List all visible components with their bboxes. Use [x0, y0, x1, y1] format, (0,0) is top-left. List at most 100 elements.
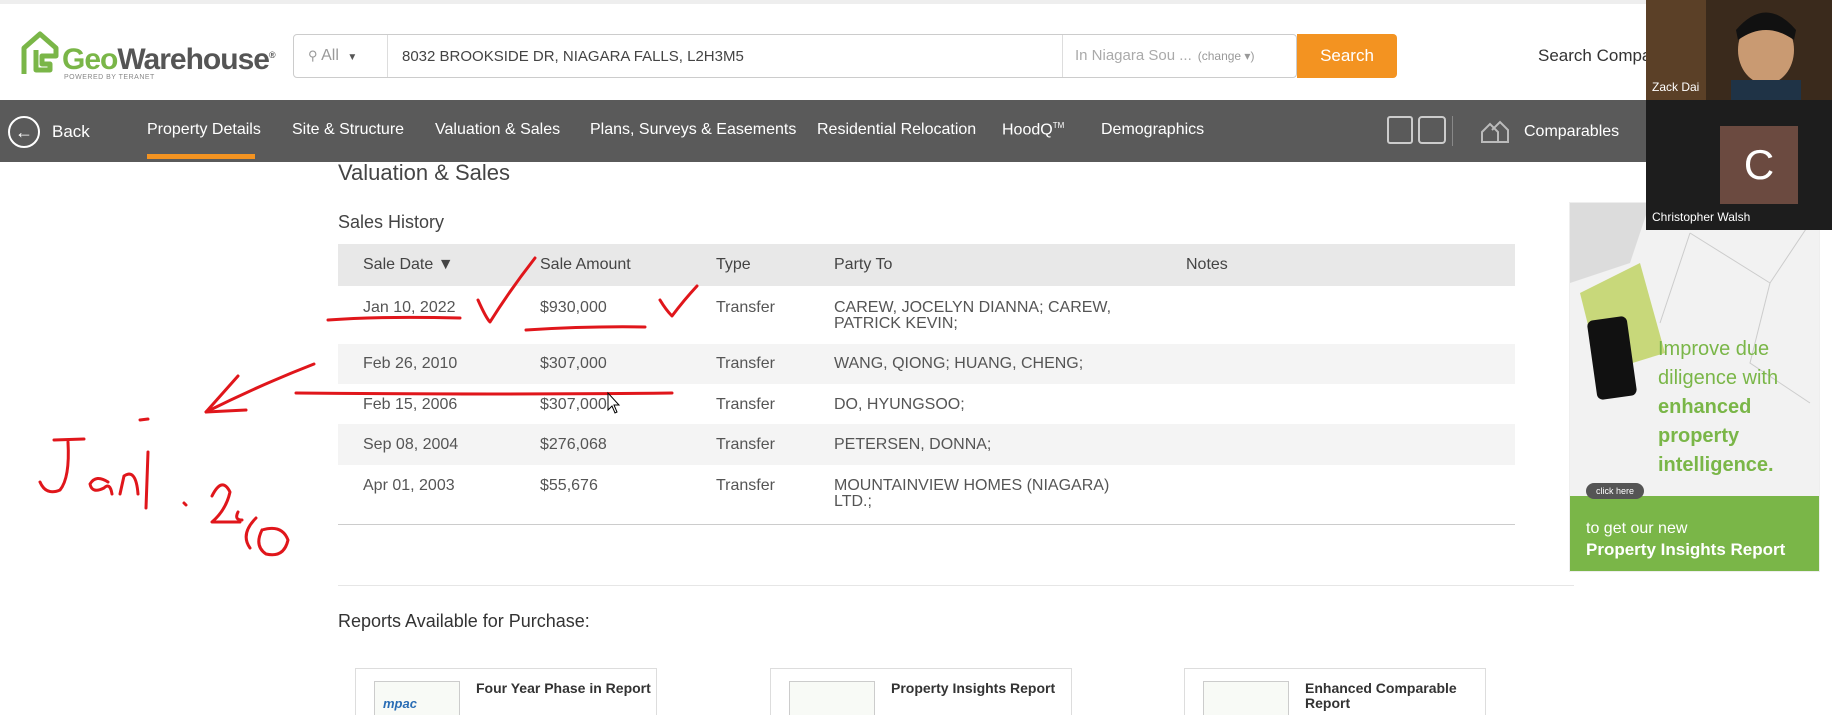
tab-residential-relocation[interactable]: Residential Relocation: [817, 121, 976, 139]
sale-date-cell: Jan 10, 2022: [363, 299, 456, 316]
type-cell: Transfer: [716, 355, 775, 372]
property-insights-ad[interactable]: Improve due diligence with enhanced prop…: [1569, 202, 1820, 572]
section-title: Valuation & Sales: [338, 160, 511, 185]
logo-text: GeoWarehouse®: [62, 43, 276, 76]
report-name: Property Insights Report: [891, 680, 1056, 696]
report-name: Enhanced Comparable Report: [1305, 680, 1457, 711]
avatar: C: [1720, 126, 1798, 204]
table-row[interactable]: Sep 08, 2004 $276,068 Transfer PETERSEN,…: [338, 424, 1515, 465]
column-sale-amount[interactable]: Sale Amount: [540, 256, 631, 274]
back-arrow-icon: ←: [8, 116, 40, 148]
sale-date-cell: Feb 26, 2010: [363, 355, 458, 372]
table-row[interactable]: Jan 10, 2022 $930,000 Transfer CAREW, JO…: [338, 286, 1515, 344]
type-cell: Transfer: [716, 299, 775, 316]
sale-amount-cell: $930,000: [540, 299, 607, 316]
report-card-property-insights[interactable]: Property Insights Report: [770, 668, 1072, 715]
type-cell: Transfer: [716, 436, 775, 453]
search-comparables-link[interactable]: Search Compa: [1538, 46, 1651, 66]
table-bottom-border: [338, 524, 1515, 525]
type-cell: Transfer: [716, 396, 775, 413]
active-tab-indicator: [147, 154, 255, 159]
search-icon: ⚲: [308, 48, 318, 63]
search-bar: ⚲ All ▼ In Niagara Sou ... (change ▾): [293, 34, 1297, 78]
video-tile-participant-2: C Christopher Walsh: [1646, 100, 1832, 230]
handwriting-percent: [235, 510, 290, 557]
sales-history-title: Sales History: [338, 212, 445, 232]
arrow-shaft: [204, 362, 316, 414]
search-input[interactable]: [402, 35, 1052, 77]
tab-site-structure[interactable]: Site & Structure: [292, 121, 404, 139]
house-logo-icon: [21, 31, 59, 74]
tab-valuation-sales[interactable]: Valuation & Sales: [435, 121, 560, 139]
comparables-house-icon: [1481, 120, 1509, 143]
participant-name: Christopher Walsh: [1652, 210, 1751, 224]
comparables-label: Comparables: [1524, 123, 1620, 140]
party-cell: DO, HYUNGSOO;: [834, 396, 965, 413]
search-area-selector[interactable]: In Niagara Sou ... (change ▾): [1062, 35, 1298, 77]
report-thumbnail: [1203, 681, 1289, 715]
hoodq-trademark: TM: [1052, 121, 1065, 130]
tab-hoodq[interactable]: HoodQTM: [1002, 121, 1064, 139]
back-label: Back: [52, 122, 90, 141]
ad-footer-line1: to get our new: [1586, 520, 1688, 537]
sale-date-cell: Feb 15, 2006: [363, 396, 458, 413]
handwriting-dot: [182, 501, 188, 507]
handwriting-a: [88, 477, 114, 496]
party-cell: WANG, QIONG; HUANG, CHENG;: [834, 355, 1084, 372]
page: { "header": { "logo_text_geo": "Geo", "l…: [0, 0, 1832, 715]
comparables-button[interactable]: Comparables: [1480, 120, 1619, 144]
video-tile-participant-1: Zack Dai: [1646, 0, 1832, 100]
tab-demographics[interactable]: Demographics: [1101, 121, 1204, 139]
logo-subtitle: POWERED BY TERANET: [64, 74, 155, 81]
column-party-to[interactable]: Party To: [834, 256, 892, 274]
hoodq-label: HoodQ: [1002, 121, 1053, 139]
table-row[interactable]: Feb 26, 2010 $307,000 Transfer WANG, QIO…: [338, 344, 1515, 384]
chevron-down-icon: ▼: [347, 52, 358, 63]
participant-name: Zack Dai: [1652, 80, 1700, 94]
sales-history-table: Sale Date ▼ Sale Amount Type Party To No…: [338, 244, 1515, 286]
column-sale-date[interactable]: Sale Date ▼: [363, 256, 454, 274]
sale-date-cell: Sep 08, 2004: [363, 436, 459, 453]
change-area-link[interactable]: (change ▾): [1198, 49, 1255, 63]
type-cell: Transfer: [716, 477, 775, 494]
table-header: Sale Date ▼ Sale Amount Type Party To No…: [338, 244, 1515, 286]
click-here-button[interactable]: click here: [1586, 483, 1645, 499]
column-type[interactable]: Type: [716, 256, 751, 274]
sale-amount-cell: $55,676: [540, 477, 598, 494]
sale-date-cell: Apr 01, 2003: [363, 477, 455, 494]
handwriting-dash: [138, 417, 150, 422]
table-row[interactable]: Apr 01, 2003 $55,676 Transfer MOUNTAINVI…: [338, 465, 1515, 524]
search-scope-dropdown[interactable]: ⚲ All ▼: [294, 35, 388, 77]
print-icon[interactable]: [1418, 116, 1446, 144]
party-cell: PETERSEN, DONNA;: [834, 436, 992, 453]
handwriting-1: [144, 450, 150, 510]
search-area-label: In Niagara Sou ...: [1075, 47, 1192, 64]
table-row[interactable]: Feb 15, 2006 $307,000 Transfer DO, HYUNG…: [338, 384, 1515, 424]
nav-divider: [1452, 116, 1453, 146]
handwriting-2: [210, 483, 242, 524]
geowarehouse-logo[interactable]: GeoWarehouse® POWERED BY TERANET: [20, 30, 276, 82]
tab-plans-surveys[interactable]: Plans, Surveys & Easements: [590, 121, 796, 139]
handwriting-j-bar: [52, 437, 86, 442]
ad-footer: click here to get our new Property Insig…: [1570, 483, 1819, 571]
sale-amount-cell: $276,068: [540, 436, 607, 453]
handwriting-j: [38, 440, 70, 494]
back-button[interactable]: ← Back: [8, 116, 90, 148]
sale-amount-cell: $307,000: [540, 396, 607, 413]
reports-title: Reports Available for Purchase:: [338, 611, 590, 631]
party-cell: MOUNTAINVIEW HOMES (NIAGARA) LTD.;: [834, 477, 1110, 510]
report-card-enhanced-comparable[interactable]: Enhanced Comparable Report: [1184, 668, 1486, 715]
mpac-logo: mpac: [383, 696, 417, 711]
app-header: GeoWarehouse® POWERED BY TERANET ⚲ All ▼…: [0, 0, 1832, 100]
report-thumbnail: mpac: [374, 681, 460, 715]
search-scope-label: All: [321, 47, 339, 64]
report-name: Four Year Phase in Report: [476, 680, 651, 696]
handwriting-n: [118, 472, 140, 496]
ad-footer-line2: Property Insights Report: [1586, 540, 1786, 559]
tab-property-details[interactable]: Property Details: [147, 121, 261, 139]
pdf-icon[interactable]: [1387, 116, 1413, 144]
column-notes[interactable]: Notes: [1186, 256, 1228, 274]
report-card-four-year-phase-in[interactable]: mpac Four Year Phase in Report: [355, 668, 657, 715]
search-button[interactable]: Search: [1297, 34, 1397, 78]
ad-headline: Improve due diligence with enhanced prop…: [1658, 338, 1779, 476]
